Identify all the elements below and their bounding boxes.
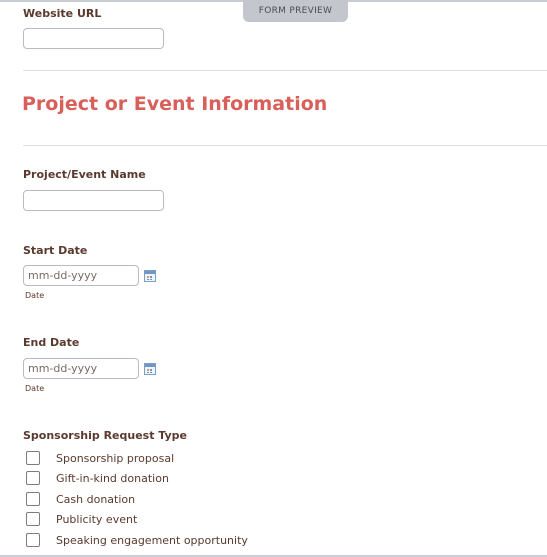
project-event-name-label: Project/Event Name	[23, 168, 146, 181]
end-date-label: End Date	[23, 336, 80, 349]
option-label: Speaking engagement opportunity	[56, 533, 248, 547]
calendar-icon[interactable]	[144, 270, 156, 282]
start-date-sublabel: Date	[25, 291, 45, 300]
calendar-icon[interactable]	[144, 363, 156, 375]
divider	[23, 145, 547, 146]
option-speaking-engagement-opportunity[interactable]: Speaking engagement opportunity	[26, 532, 248, 548]
checkbox[interactable]	[26, 533, 40, 547]
option-gift-in-kind-donation[interactable]: Gift-in-kind donation	[26, 470, 169, 486]
end-date-input[interactable]	[23, 358, 139, 379]
form-preview-tab[interactable]: FORM PREVIEW	[243, 0, 348, 22]
divider	[23, 70, 547, 71]
project-event-name-input[interactable]	[23, 190, 164, 211]
option-sponsorship-proposal[interactable]: Sponsorship proposal	[26, 450, 174, 466]
option-publicity-event[interactable]: Publicity event	[26, 511, 137, 527]
option-label: Gift-in-kind donation	[56, 471, 169, 485]
checkbox[interactable]	[26, 471, 40, 485]
end-date-sublabel: Date	[25, 384, 45, 393]
checkbox[interactable]	[26, 451, 40, 465]
option-cash-donation[interactable]: Cash donation	[26, 491, 135, 507]
website-url-label: Website URL	[23, 7, 102, 20]
sponsorship-request-type-label: Sponsorship Request Type	[23, 429, 188, 442]
option-label: Publicity event	[56, 512, 138, 526]
start-date-input[interactable]	[23, 265, 139, 286]
checkbox[interactable]	[26, 512, 40, 526]
option-label: Sponsorship proposal	[56, 451, 175, 465]
checkbox[interactable]	[26, 492, 40, 506]
start-date-label: Start Date	[23, 244, 88, 257]
section-title: Project or Event Information	[22, 93, 328, 115]
website-url-input[interactable]	[23, 28, 164, 49]
option-label: Cash donation	[56, 492, 136, 506]
